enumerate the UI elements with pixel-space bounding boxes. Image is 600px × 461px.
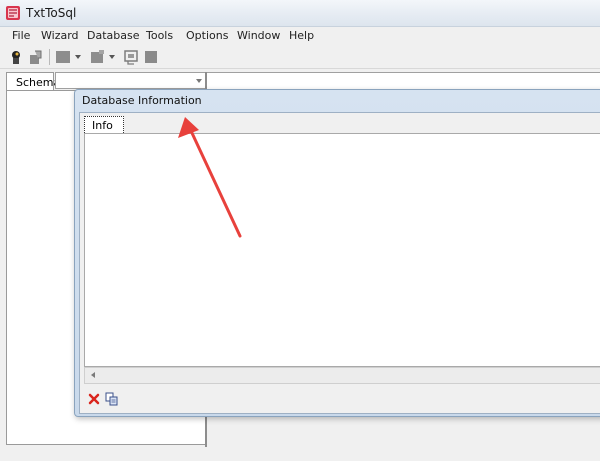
app-icon: [6, 6, 20, 20]
menu-bar: File Wizard Database Tools Options Windo…: [0, 27, 600, 45]
import-icon[interactable]: [89, 49, 105, 65]
table-icon[interactable]: [55, 49, 71, 65]
stop-icon[interactable]: [143, 49, 159, 65]
menu-tools[interactable]: Tools: [146, 29, 173, 42]
sql-icon[interactable]: [123, 49, 139, 65]
copy-icon[interactable]: [105, 392, 119, 406]
tab-info[interactable]: Info: [84, 116, 124, 133]
disconnect-icon[interactable]: [28, 49, 44, 65]
connect-icon[interactable]: [8, 49, 24, 65]
menu-database[interactable]: Database: [87, 29, 140, 42]
bottom-toolbar: [80, 387, 600, 413]
toolbar: [0, 45, 600, 69]
horizontal-scrollbar[interactable]: [84, 367, 600, 384]
scroll-left-icon[interactable]: [91, 372, 95, 378]
database-information-window: Database Information Info: [74, 89, 600, 417]
chevron-down-icon[interactable]: [196, 79, 202, 83]
dropdown-arrow-icon[interactable]: [74, 51, 82, 61]
tab-schema[interactable]: Schema: [6, 72, 60, 91]
menu-options[interactable]: Options: [186, 29, 228, 42]
tab-schema-label: Schema: [16, 76, 61, 89]
menu-window[interactable]: Window: [237, 29, 280, 42]
mdi-header: [206, 72, 600, 90]
window-title: TxtToSql: [26, 6, 77, 20]
toolbar-separator: [49, 49, 50, 65]
window-client: Info: [79, 112, 600, 414]
schema-select[interactable]: [55, 72, 206, 89]
mdi-footer: [207, 416, 600, 447]
menu-wizard[interactable]: Wizard: [41, 29, 79, 42]
tab-info-label: Info: [92, 119, 113, 132]
info-content[interactable]: [84, 133, 600, 367]
menu-file[interactable]: File: [12, 29, 30, 42]
menu-help[interactable]: Help: [289, 29, 314, 42]
dropdown-arrow-icon[interactable]: [108, 51, 116, 61]
delete-icon[interactable]: [87, 392, 101, 406]
window-title-database-information: Database Information: [82, 94, 202, 107]
title-bar: TxtToSql: [0, 0, 600, 27]
